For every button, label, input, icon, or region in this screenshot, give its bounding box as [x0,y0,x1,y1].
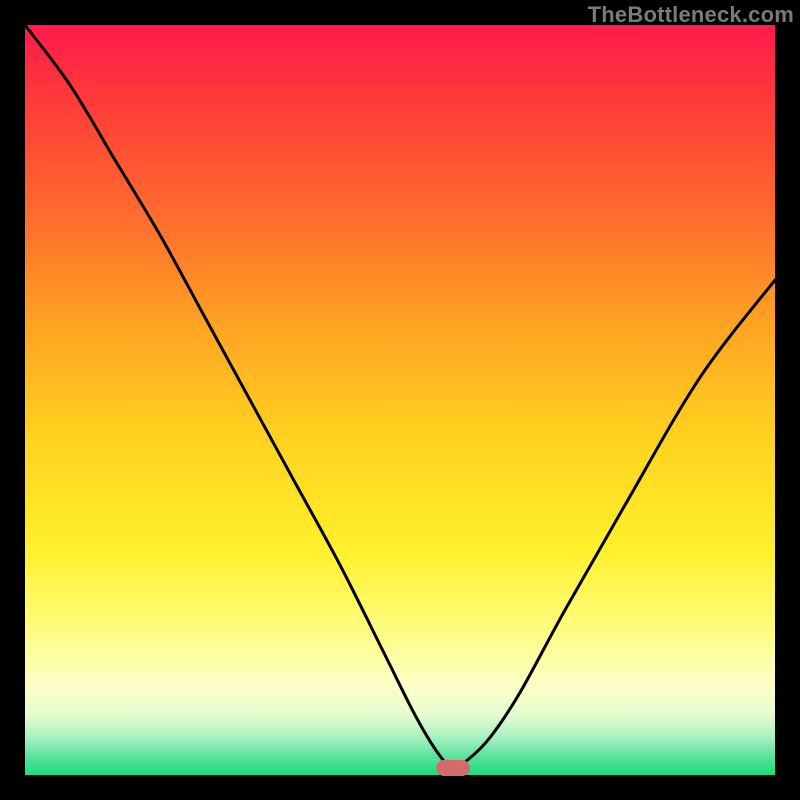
bottleneck-curve [25,25,775,768]
chart-stage: TheBottleneck.com [0,0,800,800]
plot-area [25,25,775,775]
curve-svg [25,25,775,775]
optimal-marker [436,760,470,776]
watermark-text: TheBottleneck.com [588,2,794,28]
